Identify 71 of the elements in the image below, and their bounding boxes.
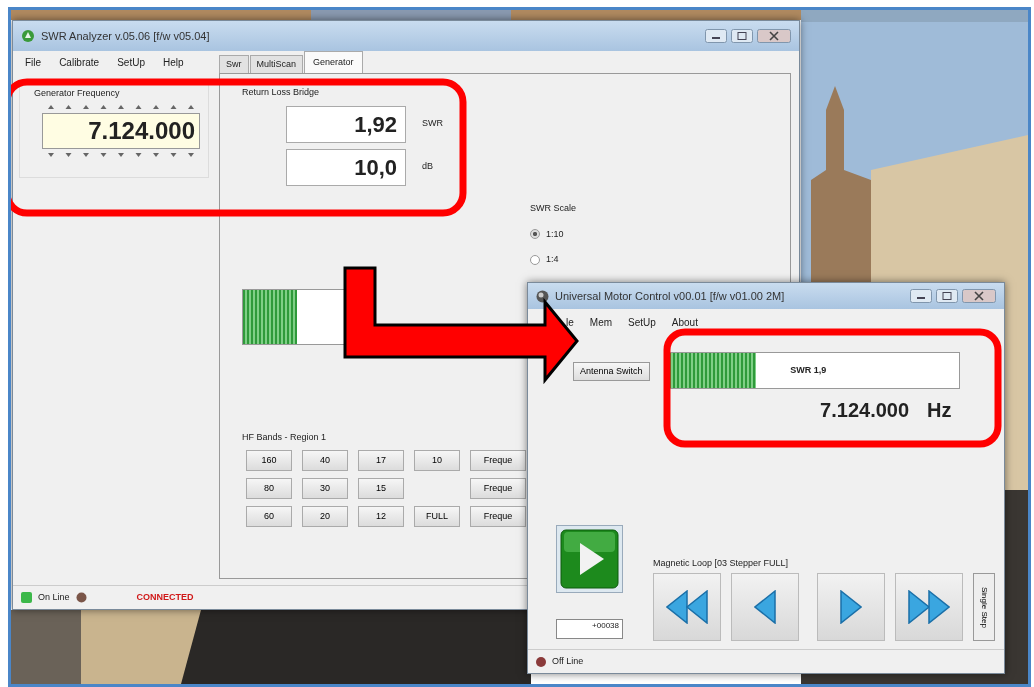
rewind-icon: [666, 590, 708, 624]
band-button[interactable]: FULL: [414, 506, 460, 527]
status-icon: [21, 592, 32, 603]
close-icon[interactable]: [757, 29, 791, 43]
group-label: SWR Scale: [530, 202, 576, 215]
menu-item[interactable]: About: [671, 315, 698, 330]
status-text: Off Line: [552, 654, 584, 668]
tab[interactable]: Swr: [219, 54, 249, 73]
band-button[interactable]: 80: [246, 478, 292, 499]
meter-reading: SWR 1,9: [790, 363, 827, 377]
play-icon: [560, 528, 619, 589]
band-button[interactable]: 160: [246, 450, 292, 471]
step-button[interactable]: [653, 573, 721, 641]
group-label: Generator Frequency: [34, 87, 121, 100]
menu-item[interactable]: Mem: [589, 315, 613, 330]
frequency-button[interactable]: Freque: [470, 478, 526, 499]
step-button[interactable]: [731, 573, 799, 641]
radio-label: 1:4: [546, 253, 559, 266]
reading-display: 10,0: [286, 148, 406, 186]
window-title: SWR Analyzer v.05.06 [f/w v05.04]: [41, 28, 210, 44]
minimize-icon[interactable]: [705, 29, 727, 43]
fast-forward-icon: [908, 590, 950, 624]
tab[interactable]: Generator: [304, 50, 363, 73]
status-icon: [75, 592, 87, 603]
app-icon: [21, 29, 35, 43]
window-title: Universal Motor Control v00.01 [f/w v01.00 2M]: [555, 288, 785, 304]
radio-label: 1:10: [546, 227, 564, 241]
counter-field[interactable]: +00038: [556, 618, 623, 639]
status-text: On Line: [38, 590, 70, 604]
status-icon: [536, 656, 546, 667]
step-button[interactable]: [895, 573, 963, 641]
reading-display: 1,92: [286, 105, 406, 143]
tab[interactable]: MultiScan: [249, 54, 303, 73]
right-triangle-icon: [840, 590, 862, 624]
band-button[interactable]: 10: [414, 450, 460, 471]
maximize-icon[interactable]: [936, 289, 958, 303]
menu-item[interactable]: File: [25, 55, 42, 70]
unit-label: Hz: [927, 398, 952, 423]
play-button[interactable]: [556, 524, 623, 593]
group-label: Return Loss Bridge: [242, 86, 321, 99]
menu-item[interactable]: SetUp: [628, 315, 656, 330]
group-label: HF Bands - Region 1: [242, 430, 328, 444]
frequency-display: 7.124.000: [42, 112, 200, 149]
frequency-button[interactable]: Freque: [470, 506, 526, 527]
menu-item[interactable]: le: [566, 315, 574, 330]
unit-label: SWR: [422, 117, 443, 131]
maximize-icon[interactable]: [731, 29, 753, 43]
band-button[interactable]: 20: [302, 506, 348, 527]
app-icon: [536, 289, 549, 303]
band-button[interactable]: 17: [358, 450, 404, 471]
unit-label: dB: [422, 160, 433, 174]
antenna-switch-button[interactable]: Antenna Switch: [573, 362, 650, 381]
group-label: Magnetic Loop [03 Stepper FULL]: [653, 556, 790, 570]
radio-button[interactable]: [530, 254, 540, 265]
band-button[interactable]: 15: [358, 478, 404, 499]
menu-item[interactable]: SetUp: [117, 55, 145, 70]
menu-item[interactable]: Help: [162, 55, 184, 70]
minimize-icon[interactable]: [910, 289, 932, 303]
band-button[interactable]: 12: [358, 506, 404, 527]
step-button[interactable]: [817, 573, 885, 641]
band-button[interactable]: 40: [302, 450, 348, 471]
menu-item[interactable]: Calibrate: [59, 55, 100, 70]
band-button[interactable]: 30: [302, 478, 348, 499]
single-step-button[interactable]: Single Step: [973, 573, 995, 641]
radio-button[interactable]: [530, 229, 540, 240]
left-triangle-icon: [754, 590, 776, 624]
frequency-value: 7.124.000: [820, 398, 910, 423]
connection-status: CONNECTED: [136, 590, 194, 604]
frequency-button[interactable]: Freque: [470, 450, 526, 471]
band-button[interactable]: 60: [246, 506, 292, 527]
close-icon[interactable]: [962, 289, 996, 303]
